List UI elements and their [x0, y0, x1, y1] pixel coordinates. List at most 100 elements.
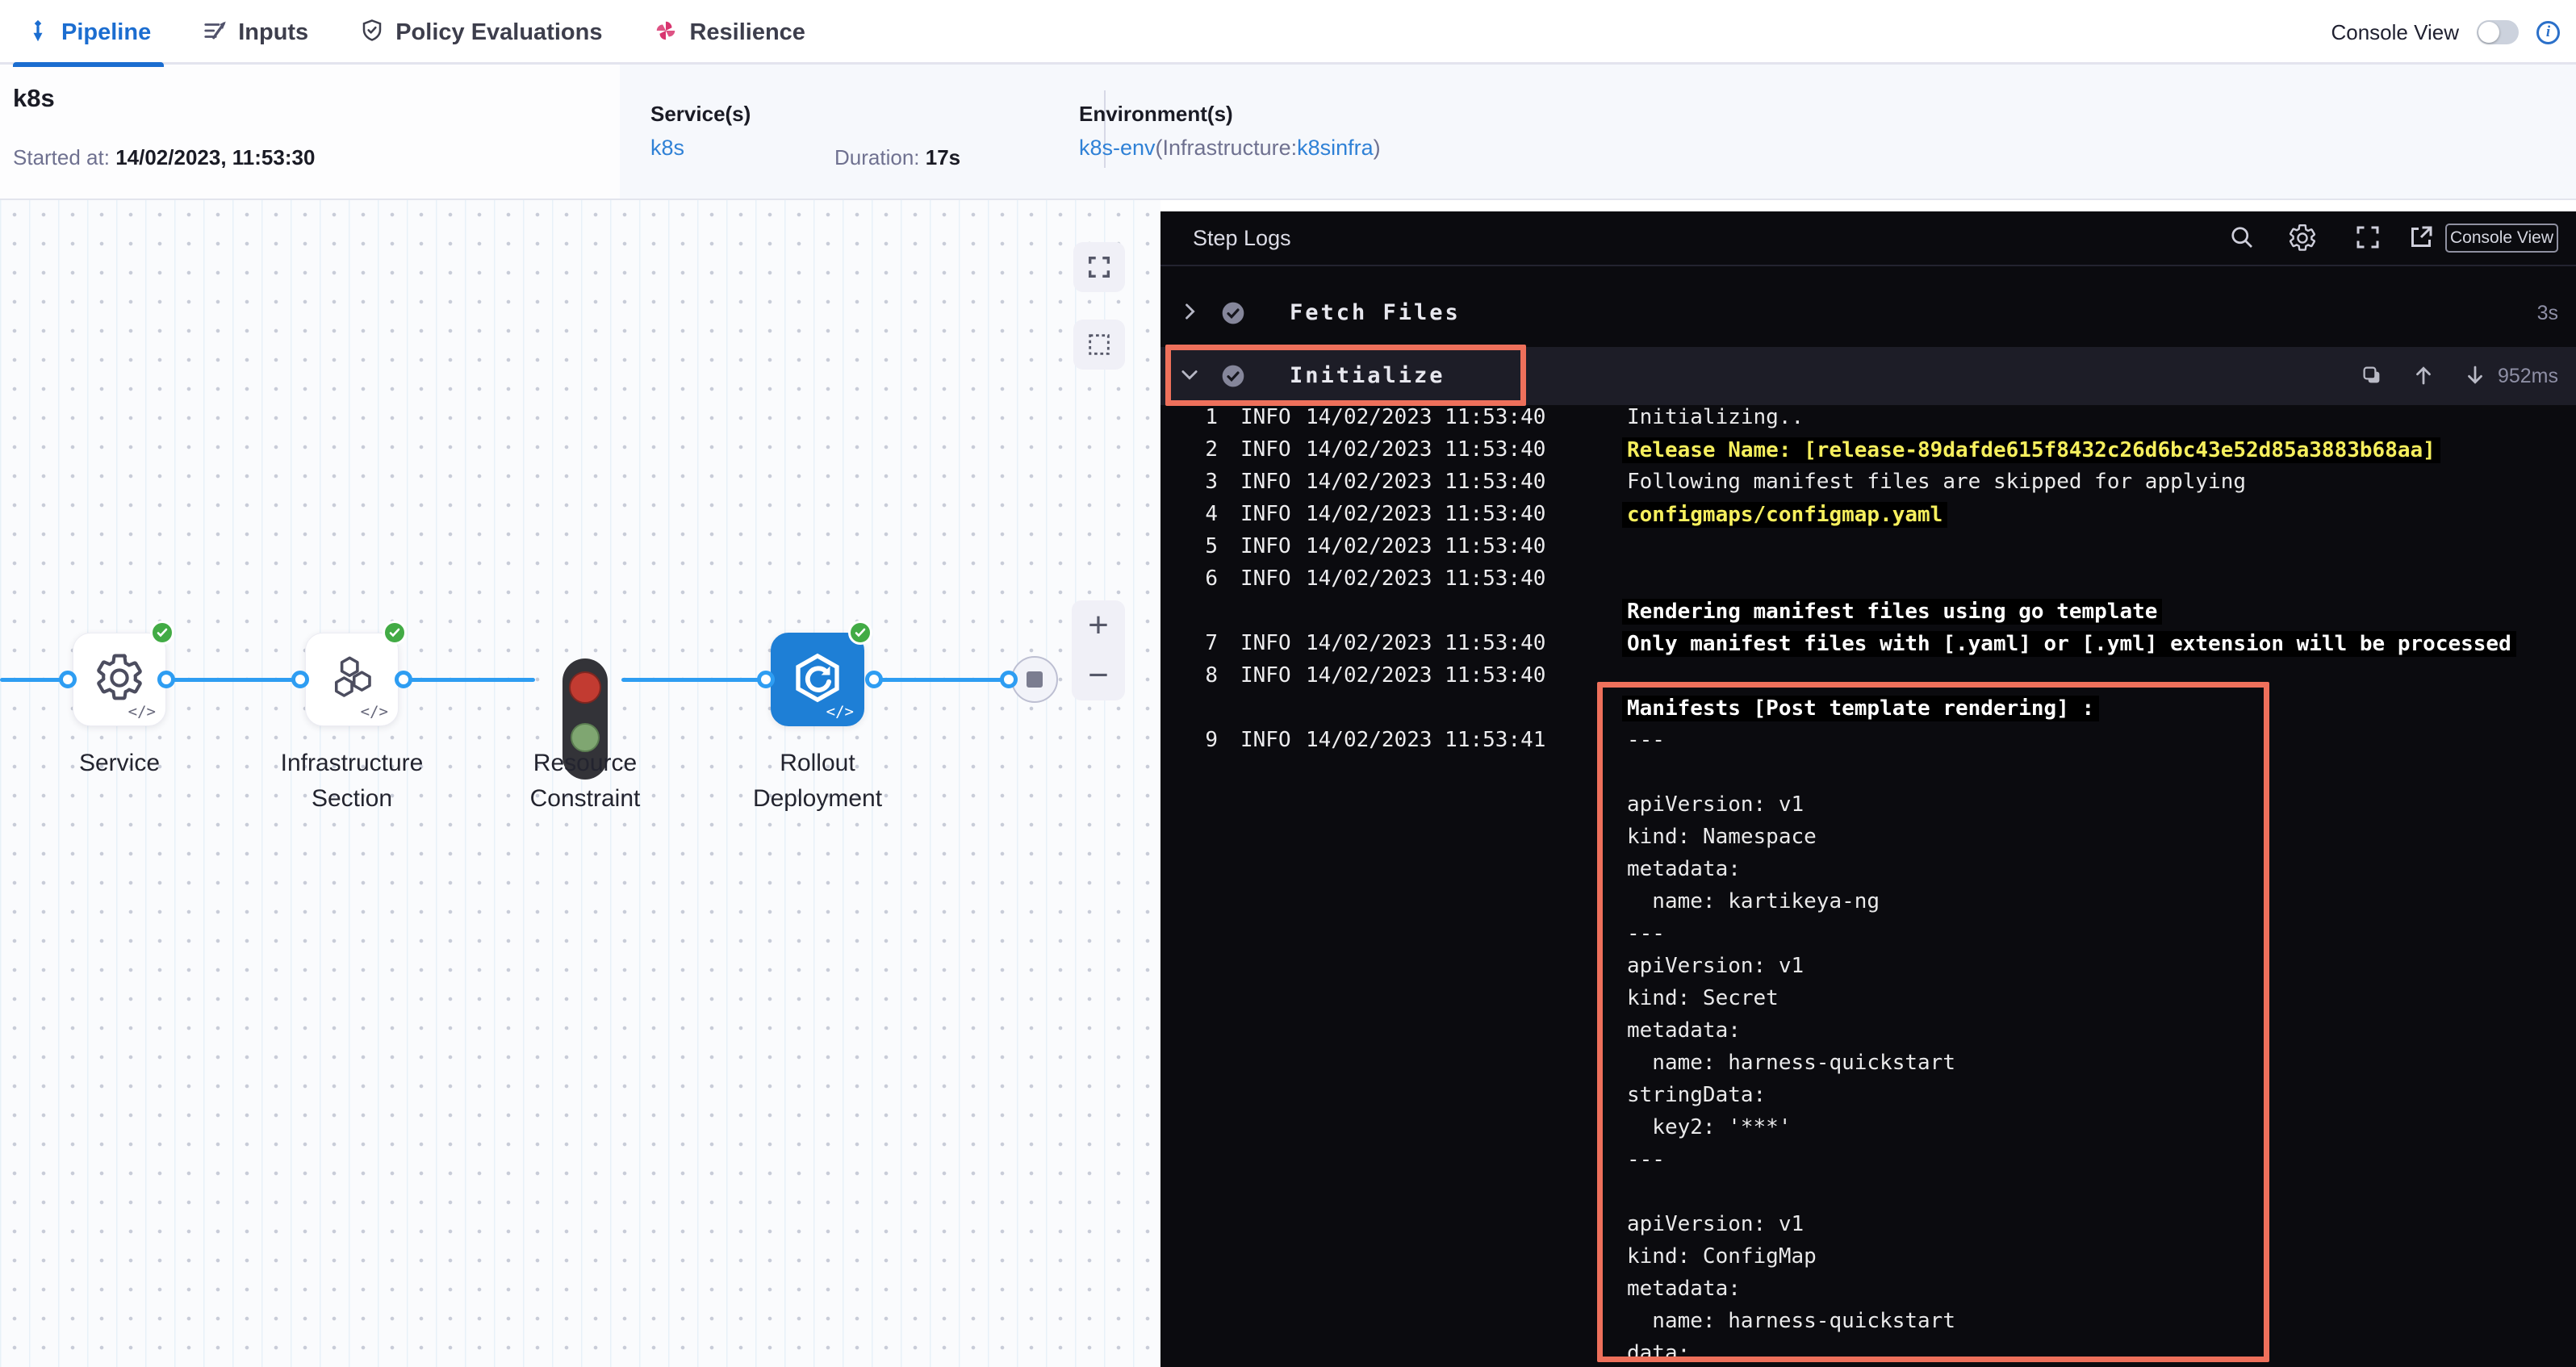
- status-success-icon: [848, 621, 872, 645]
- rollout-icon: [792, 652, 843, 708]
- shield-check-icon: [360, 19, 384, 47]
- status-success-icon: [383, 621, 407, 645]
- nav-tabs: Pipeline Inputs Policy Evaluations Res: [26, 0, 805, 65]
- marquee-select-button[interactable]: [1073, 320, 1125, 370]
- console-view-label: Console View: [2331, 20, 2459, 45]
- pipeline-execution-page: Pipeline Inputs Policy Evaluations Res: [0, 0, 2576, 1367]
- code-icon: </>: [361, 703, 388, 721]
- service-gear-icon: [93, 651, 146, 709]
- node-port: [395, 671, 412, 688]
- log-row: 1INFO14/02/2023 11:53:40Initializing..: [1160, 402, 2576, 434]
- tab-pipeline[interactable]: Pipeline: [26, 0, 151, 65]
- log-row: 5INFO14/02/2023 11:53:40: [1160, 531, 2576, 563]
- section-duration: 952ms: [2498, 365, 2558, 388]
- gear-icon[interactable]: [2287, 223, 2319, 255]
- node-port: [157, 671, 175, 688]
- tab-inputs-label: Inputs: [238, 19, 308, 46]
- duration-value: 17s: [926, 145, 960, 169]
- service-link-wrap: k8s: [650, 136, 684, 161]
- environment-value: k8s-env(Infrastructure:k8sinfra): [1079, 136, 1381, 161]
- tab-resilience[interactable]: Resilience: [654, 0, 805, 65]
- traffic-red-light: [569, 671, 601, 704]
- tab-resilience-label: Resilience: [689, 19, 805, 46]
- open-in-new-icon[interactable]: [2407, 223, 2439, 255]
- node-label-resource-constraint: Resource Constraint: [472, 746, 698, 817]
- label-line: Service: [6, 746, 232, 781]
- pipeline-graph-canvas[interactable]: </> </> </>: [0, 200, 1160, 1367]
- edge: [621, 678, 766, 682]
- node-port: [865, 671, 883, 688]
- edge: [874, 678, 1019, 682]
- execution-header: k8s Started at: 14/02/2023, 11:53:30 Dur…: [0, 65, 2576, 200]
- pipeline-name: k8s: [13, 84, 55, 113]
- tab-pipeline-label: Pipeline: [61, 19, 151, 46]
- highlight-rect-initialize: [1165, 345, 1526, 406]
- node-label-rollout-deployment: Rollout Deployment: [705, 746, 930, 817]
- arrow-down-icon[interactable]: [2463, 363, 2487, 391]
- console-view-button[interactable]: Console View: [2445, 224, 2558, 253]
- arrow-up-icon[interactable]: [2411, 363, 2436, 391]
- end-node-icon: [1011, 656, 1058, 703]
- node-port: [59, 671, 77, 688]
- step-logs-title: Step Logs: [1193, 226, 1291, 251]
- nav-right: Console View i: [2331, 0, 2560, 65]
- log-row: 6INFO14/02/2023 11:53:40: [1160, 563, 2576, 596]
- log-row: 4INFO14/02/2023 11:53:40configmaps/confi…: [1160, 499, 2576, 531]
- step-logs-header: Step Logs Console View: [1160, 211, 2576, 266]
- console-view-toggle[interactable]: [2477, 20, 2519, 44]
- label-line: Constraint: [472, 781, 698, 817]
- fit-screen-button[interactable]: [1073, 242, 1125, 292]
- edge: [166, 678, 300, 682]
- node-infrastructure[interactable]: </>: [305, 633, 399, 726]
- duration-label: Duration:: [834, 145, 920, 169]
- edge: [408, 678, 535, 682]
- search-icon[interactable]: [2227, 223, 2260, 255]
- log-row: Rendering manifest files using go templa…: [1160, 596, 2576, 628]
- section-name: Fetch Files: [1290, 300, 1461, 325]
- toggle-knob: [2478, 22, 2499, 43]
- node-port: [757, 671, 775, 688]
- service-link[interactable]: k8s: [650, 136, 684, 160]
- fullscreen-icon[interactable]: [2353, 223, 2386, 255]
- tab-policy-evaluations-label: Policy Evaluations: [395, 19, 602, 46]
- inputs-icon: [203, 19, 227, 47]
- chevron-right-icon[interactable]: [1178, 300, 1204, 326]
- log-row: 3INFO14/02/2023 11:53:40Following manife…: [1160, 466, 2576, 499]
- status-success-icon: [150, 621, 174, 645]
- node-label-service: Service: [6, 746, 232, 781]
- label-line: Deployment: [705, 781, 930, 817]
- zoom-controls: + −: [1072, 600, 1125, 700]
- tab-policy-evaluations[interactable]: Policy Evaluations: [360, 0, 602, 65]
- highlight-rect-manifests: [1597, 682, 2269, 1362]
- node-service[interactable]: </>: [73, 633, 166, 726]
- node-rollout-deployment[interactable]: </>: [771, 633, 864, 726]
- started-label: Started at:: [13, 145, 110, 169]
- zoom-out-button[interactable]: −: [1088, 658, 1109, 693]
- log-section-fetch-files[interactable]: Fetch Files 3s: [1160, 284, 2576, 342]
- header-tint: [620, 65, 2576, 199]
- copy-icon[interactable]: [2360, 363, 2384, 391]
- duration: Duration: 17s: [834, 145, 960, 170]
- label-line: Rollout: [705, 746, 930, 781]
- code-icon: </>: [128, 703, 156, 721]
- environment-link[interactable]: k8s-env: [1079, 136, 1156, 160]
- env-infra-prefix: (Infrastructure:: [1156, 136, 1298, 160]
- started-value: 14/02/2023, 11:53:30: [115, 145, 315, 169]
- infrastructure-link[interactable]: k8sinfra: [1297, 136, 1374, 160]
- stop-square-icon: [1027, 671, 1043, 688]
- label-line: Infrastructure: [239, 746, 465, 781]
- section-actions: [2360, 363, 2487, 391]
- step-success-icon: [1220, 300, 1246, 326]
- top-nav: Pipeline Inputs Policy Evaluations Res: [0, 0, 2576, 65]
- code-icon: </>: [826, 703, 854, 721]
- zoom-in-button[interactable]: +: [1088, 608, 1109, 643]
- info-icon[interactable]: i: [2536, 21, 2560, 44]
- node-port: [1000, 671, 1018, 688]
- edge: [0, 678, 68, 682]
- tab-inputs[interactable]: Inputs: [203, 0, 308, 65]
- node-label-infrastructure: Infrastructure Section: [239, 746, 465, 817]
- resilience-icon: [654, 19, 678, 47]
- env-suffix: ): [1374, 136, 1381, 160]
- pipeline-icon: [26, 19, 50, 47]
- node-port: [291, 671, 309, 688]
